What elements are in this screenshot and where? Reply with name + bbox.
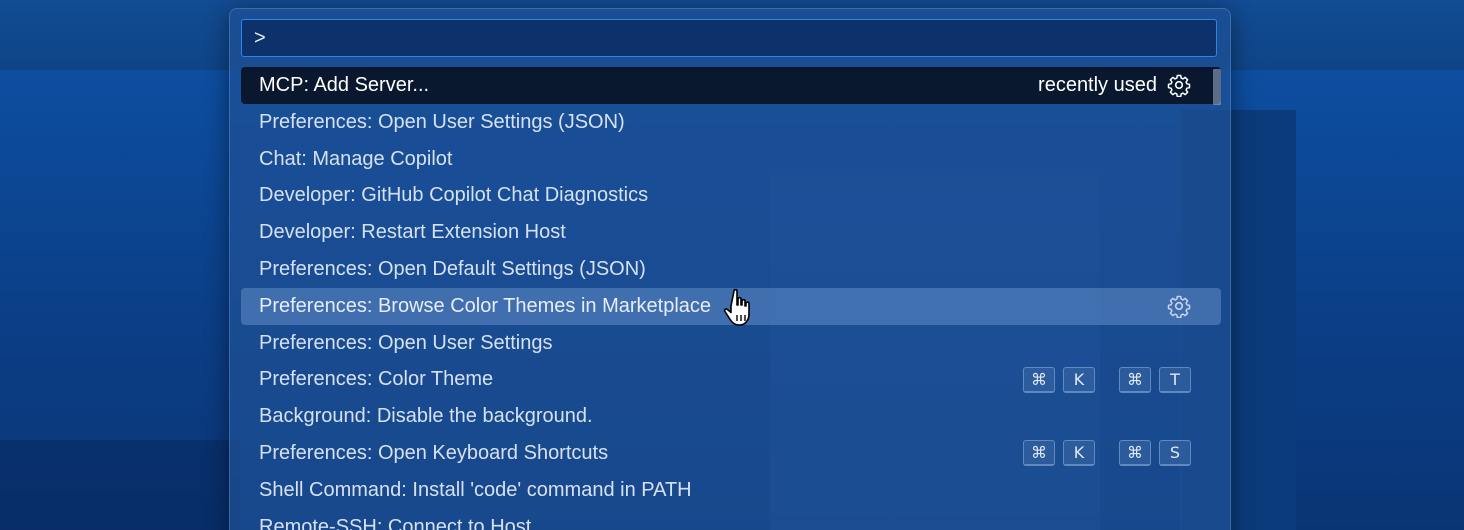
gear-icon[interactable] (1167, 294, 1191, 319)
command-palette: MCP: Add Server... recently used Preferenc… (229, 8, 1231, 530)
command-item-label: Remote-SSH: Connect to Host... (259, 515, 549, 530)
background-shadow (0, 440, 240, 530)
keybinding-key: ⌘ (1023, 366, 1055, 393)
command-search-box[interactable] (241, 19, 1217, 57)
command-item-actions: recently used (1038, 67, 1191, 104)
command-item-label: Chat: Manage Copilot (259, 147, 453, 170)
command-item[interactable]: Preferences: Open Default Settings (JSON… (241, 251, 1221, 288)
command-item[interactable]: Preferences: Open Keyboard Shortcuts ⌘ K ⌘ S (241, 435, 1221, 472)
keybinding-key: ⌘ (1119, 366, 1151, 393)
command-item[interactable]: Background: Disable the background. (241, 398, 1221, 435)
command-item-label: Shell Command: Install 'code' command in… (259, 478, 692, 501)
command-item-label: Background: Disable the background. (259, 405, 593, 428)
recently-used-label: recently used (1038, 74, 1157, 96)
command-item-label: MCP: Add Server... (259, 74, 430, 96)
command-item[interactable]: Chat: Manage Copilot (241, 141, 1221, 178)
keybinding-key: T (1159, 366, 1191, 393)
command-item[interactable]: Developer: GitHub Copilot Chat Diagnosti… (241, 177, 1221, 214)
keybinding: ⌘ K ⌘ T (1023, 366, 1191, 393)
command-item-actions: ⌘ K ⌘ T (1023, 361, 1191, 398)
command-item-label: Preferences: Open Keyboard Shortcuts (259, 441, 609, 464)
command-item[interactable]: Preferences: Open User Settings (JSON) (241, 104, 1221, 141)
keybinding-key: K (1063, 366, 1095, 393)
gear-icon[interactable] (1167, 73, 1191, 98)
command-search-input[interactable] (242, 20, 1216, 56)
command-item-actions (1167, 288, 1191, 325)
command-item[interactable]: Developer: Restart Extension Host (241, 214, 1221, 251)
command-item[interactable]: MCP: Add Server... recently used (241, 67, 1221, 104)
command-item-label: Developer: Restart Extension Host (259, 221, 566, 244)
command-item[interactable]: Preferences: Color Theme ⌘ K ⌘ T (241, 361, 1221, 398)
command-item[interactable]: Shell Command: Install 'code' command in… (241, 472, 1221, 509)
command-item-label: Preferences: Open Default Settings (JSON… (259, 257, 646, 280)
keybinding: ⌘ K ⌘ S (1023, 440, 1191, 467)
keybinding-key: K (1063, 440, 1095, 467)
keybinding-key: S (1159, 440, 1191, 467)
command-item-label: Preferences: Browse Color Themes in Mark… (259, 294, 712, 317)
command-item-label: Preferences: Open User Settings (259, 331, 553, 354)
command-item[interactable]: Preferences: Open User Settings (241, 325, 1221, 362)
command-item[interactable]: Remote-SSH: Connect to Host... (241, 509, 1221, 530)
command-item-label: Preferences: Color Theme (259, 368, 494, 391)
keybinding-key: ⌘ (1023, 440, 1055, 467)
command-item-label: Preferences: Open User Settings (JSON) (259, 110, 625, 133)
keybinding-key: ⌘ (1119, 440, 1151, 467)
command-item-actions: ⌘ K ⌘ S (1023, 435, 1191, 472)
list-scrollbar[interactable] (1213, 69, 1221, 105)
hand-cursor-icon (723, 288, 750, 326)
command-item-label: Developer: GitHub Copilot Chat Diagnosti… (259, 184, 649, 207)
